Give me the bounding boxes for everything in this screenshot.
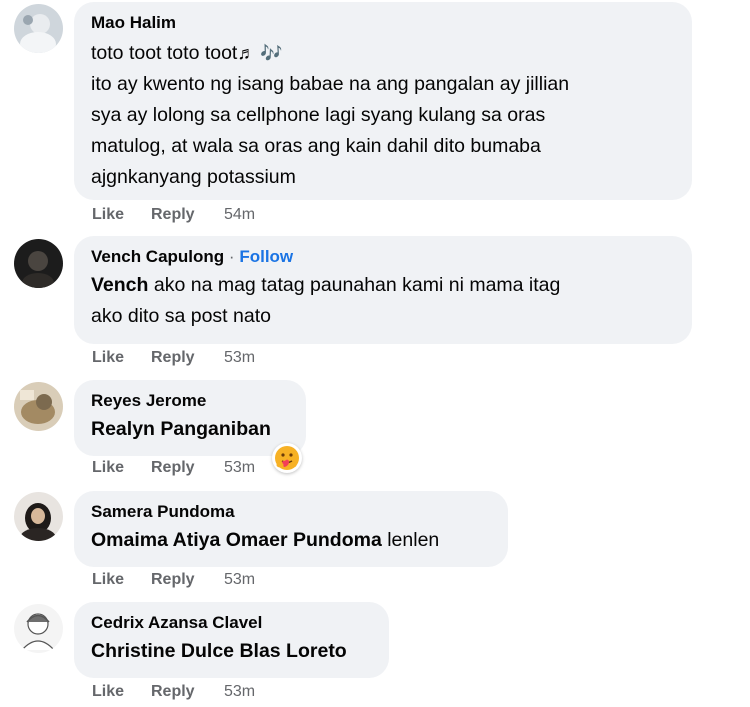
comment-timestamp[interactable]: 53m bbox=[224, 349, 255, 367]
comment-actions: Like Reply 53m bbox=[92, 683, 255, 701]
reply-button[interactable]: Reply bbox=[151, 349, 224, 367]
comment-bubble: Samera Pundoma Omaima Atiya Omaer Pundom… bbox=[74, 491, 508, 567]
follow-button[interactable]: Follow bbox=[239, 247, 293, 266]
comment-actions: Like Reply 53m bbox=[92, 571, 255, 589]
reply-button[interactable]: Reply bbox=[151, 206, 224, 224]
mention-link[interactable]: Omaima Atiya Omaer Pundoma bbox=[91, 529, 382, 551]
avatar[interactable] bbox=[14, 492, 63, 541]
music-notes-icon: ♬ 🎶 bbox=[237, 43, 283, 63]
mention-link[interactable]: Christine Dulce Blas Loreto bbox=[91, 640, 347, 662]
reply-button[interactable]: Reply bbox=[151, 683, 224, 701]
like-button[interactable]: Like bbox=[92, 459, 151, 477]
avatar[interactable] bbox=[14, 239, 63, 288]
comment-line: toto toot toto toot bbox=[91, 42, 238, 64]
comment-author[interactable]: Reyes Jerome bbox=[91, 390, 289, 412]
comment-author[interactable]: Mao Halim bbox=[91, 12, 675, 34]
comment-timestamp[interactable]: 54m bbox=[224, 206, 255, 224]
care-reaction-icon[interactable] bbox=[272, 443, 302, 473]
comment-line: ito ay kwento ng isang babae na ang pang… bbox=[91, 73, 570, 95]
comment-actions: Like Reply 53m bbox=[92, 349, 255, 367]
comment-actions: Like Reply 54m bbox=[92, 206, 255, 224]
comment-author[interactable]: Samera Pundoma bbox=[91, 501, 491, 523]
comment-actions: Like Reply 53m bbox=[92, 459, 255, 477]
comment-timestamp[interactable]: 53m bbox=[224, 459, 255, 477]
comment-text: toto toot toto toot♬ 🎶 ito ay kwento ng … bbox=[91, 38, 675, 193]
comment-author[interactable]: Vench Capulong bbox=[91, 247, 224, 266]
comment-bubble: Mao Halim toto toot toto toot♬ 🎶 ito ay … bbox=[74, 2, 692, 200]
mention-link[interactable]: Realyn Panganiban bbox=[91, 418, 271, 440]
comment-timestamp[interactable]: 53m bbox=[224, 571, 255, 589]
like-button[interactable]: Like bbox=[92, 571, 151, 589]
comment-author[interactable]: Cedrix Azansa Clavel bbox=[91, 612, 372, 634]
comment-bubble: Vench Capulong · Follow Vench ako na mag… bbox=[74, 236, 692, 344]
mention-link[interactable]: Vench bbox=[91, 274, 148, 296]
like-button[interactable]: Like bbox=[92, 349, 151, 367]
avatar[interactable] bbox=[14, 604, 63, 653]
comment-line: ako dito sa post nato bbox=[91, 305, 271, 327]
like-button[interactable]: Like bbox=[92, 683, 151, 701]
reply-button[interactable]: Reply bbox=[151, 571, 224, 589]
comment-line: lenlen bbox=[381, 529, 440, 551]
avatar[interactable] bbox=[14, 382, 63, 431]
reply-button[interactable]: Reply bbox=[151, 459, 224, 477]
comment-line: sya ay lolong sa cellphone lagi syang ku… bbox=[91, 104, 546, 126]
like-button[interactable]: Like bbox=[92, 206, 151, 224]
comments-list: Mao Halim toto toot toto toot♬ 🎶 ito ay … bbox=[0, 0, 750, 707]
comment-line: ajgnkanyang potassium bbox=[91, 166, 296, 188]
comment-line: ako na mag tatag paunahan kami ni mama i… bbox=[148, 274, 561, 296]
comment-bubble: Cedrix Azansa Clavel Christine Dulce Bla… bbox=[74, 602, 389, 678]
comment-text: Vench ako na mag tatag paunahan kami ni … bbox=[91, 270, 675, 332]
comment-line: matulog, at wala sa oras ang kain dahil … bbox=[91, 135, 541, 157]
comment-timestamp[interactable]: 53m bbox=[224, 683, 255, 701]
separator-dot: · bbox=[228, 247, 235, 266]
comment-author-row: Vench Capulong · Follow bbox=[91, 246, 675, 268]
avatar[interactable] bbox=[14, 4, 63, 53]
